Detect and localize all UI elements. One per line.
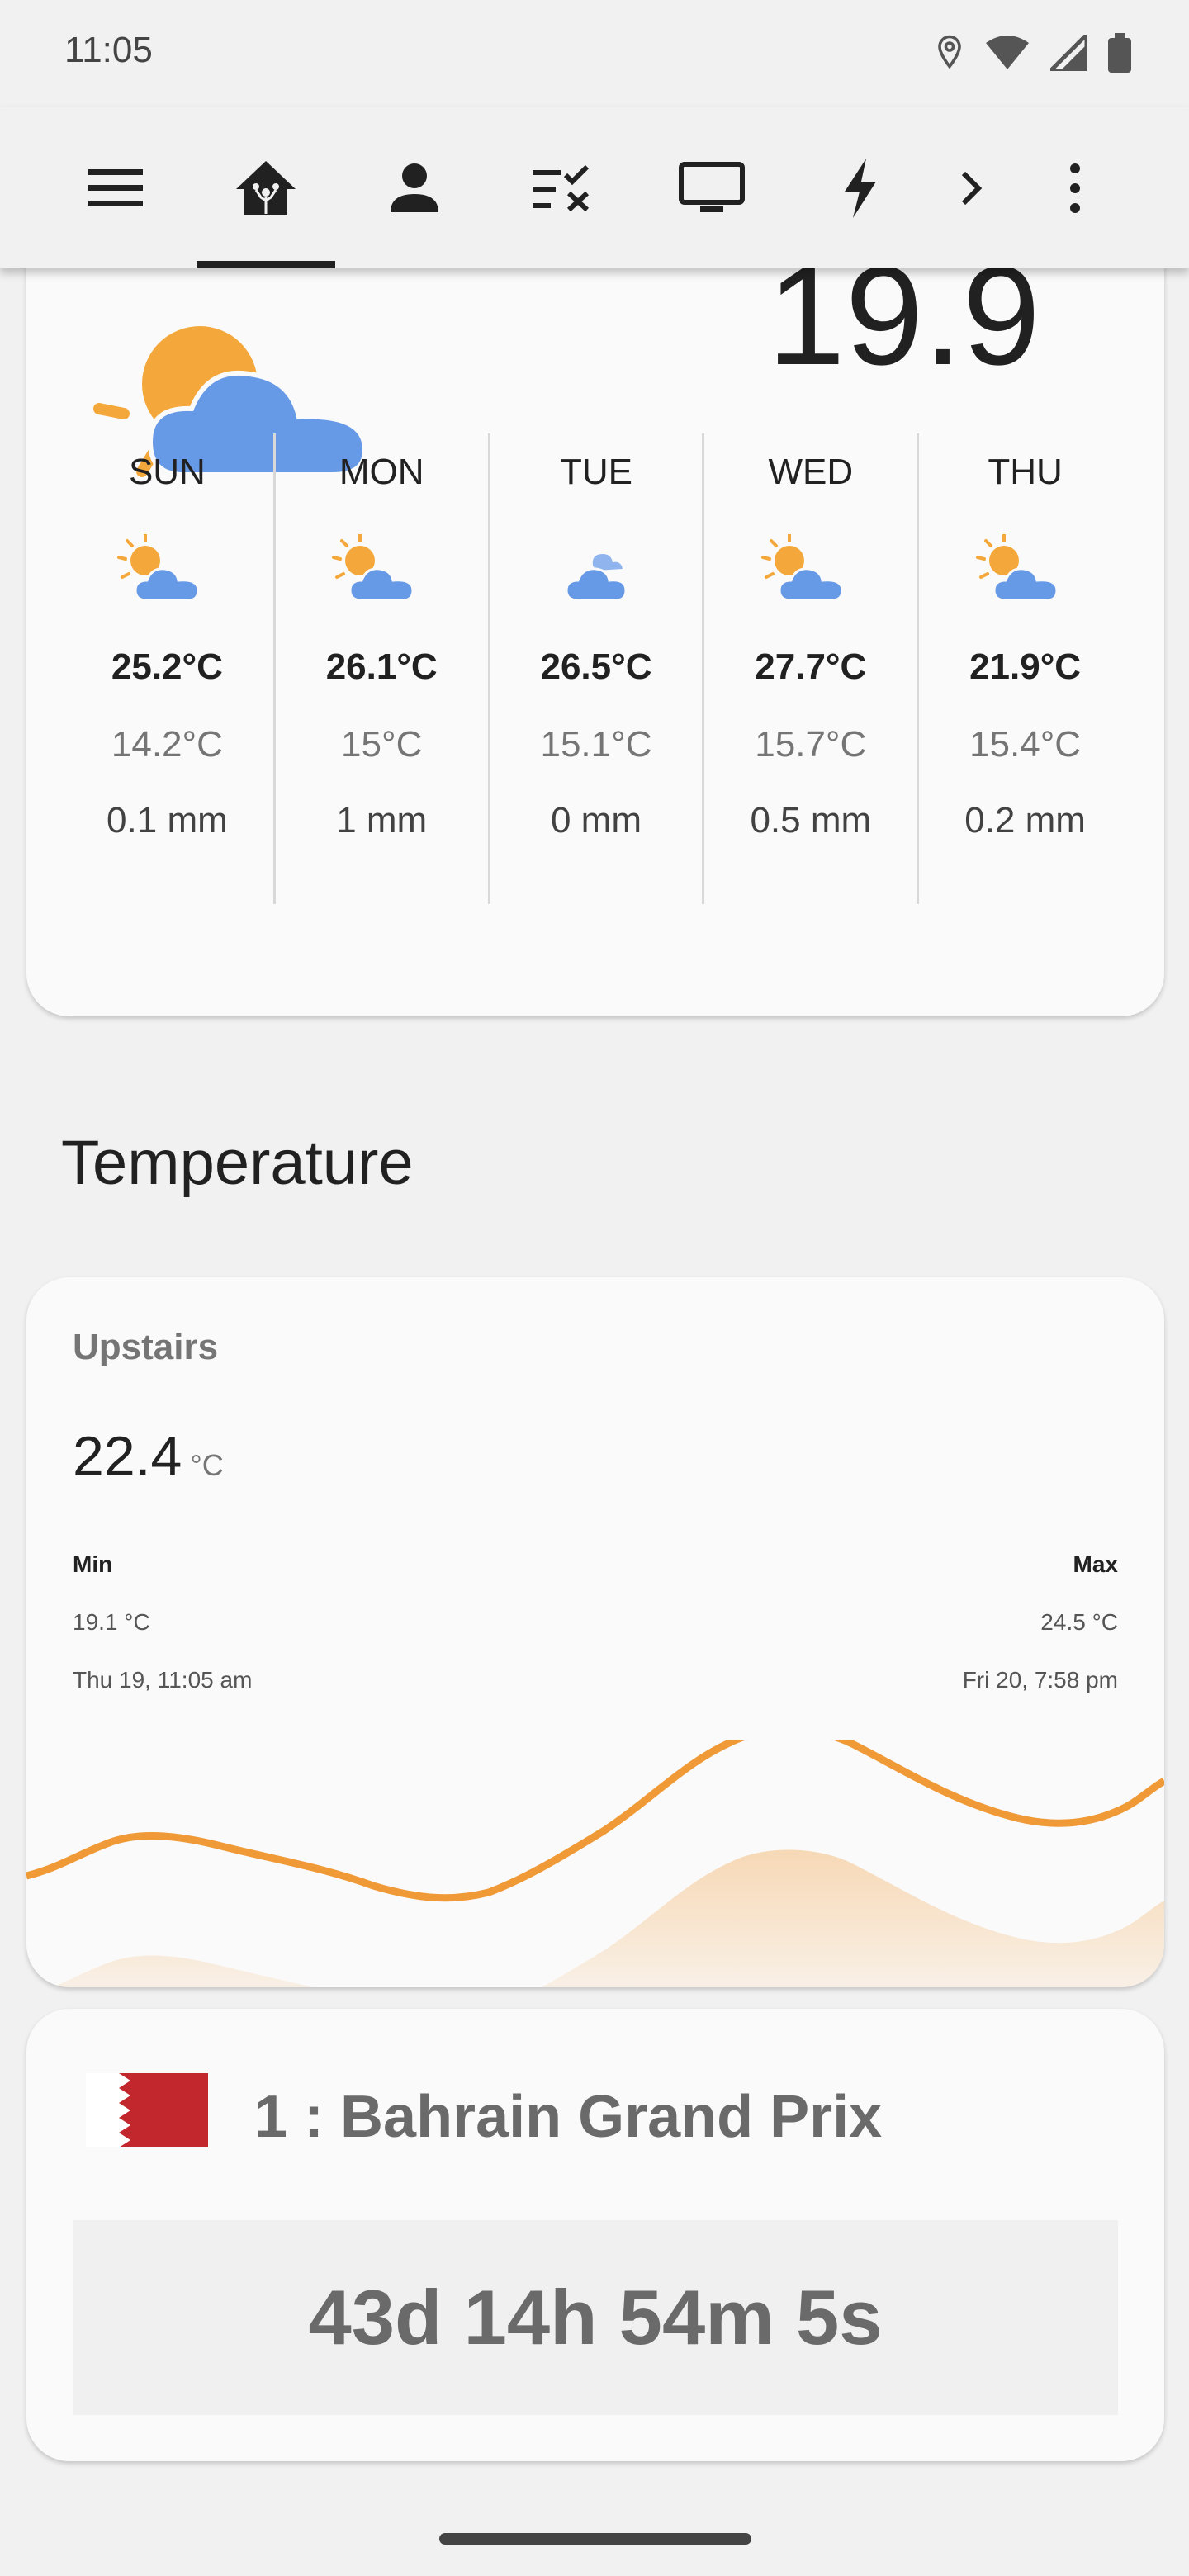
forecast-low: 15.1°C <box>540 724 652 765</box>
partly-cloudy-icon <box>704 534 917 608</box>
location-icon <box>938 35 961 69</box>
forecast-high: 26.5°C <box>540 646 652 687</box>
forecast-precipitation: 0.1 mm <box>107 800 228 841</box>
sensor-value: 22.4 <box>73 1425 182 1488</box>
partly-cloudy-icon <box>276 534 488 608</box>
temperature-sensor-card[interactable]: Upstairs 22.4 °C Min 19.1 °C Thu 19, 11:0… <box>26 1277 1164 1987</box>
forecast-high: 21.9°C <box>969 646 1082 687</box>
status-icons <box>935 33 1131 73</box>
forecast-precipitation: 1 mm <box>336 800 428 841</box>
forecast-precipitation: 0.5 mm <box>750 800 872 841</box>
f1-countdown-card[interactable]: 1 : Bahrain Grand Prix 43d 14h 54m 5s <box>26 2009 1164 2461</box>
checklist-icon[interactable] <box>522 147 604 230</box>
menu-icon[interactable] <box>74 147 157 230</box>
weather-forecast-card[interactable]: 19.9 SUN 25.2°C 14.2°C 0.1 mm MON 26.1°C… <box>26 268 1164 1016</box>
forecast-day: THU 21.9°C 15.4°C 0.2 mm <box>919 433 1131 904</box>
cloudy-icon <box>490 534 703 608</box>
forecast-day-name: WED <box>768 452 854 492</box>
sensor-value-row: 22.4 °C <box>73 1424 224 1489</box>
more-vert-icon[interactable] <box>1034 147 1116 230</box>
chevron-right-icon[interactable] <box>930 147 1012 230</box>
dashboard-content: 19.9 SUN 25.2°C 14.2°C 0.1 mm MON 26.1°C… <box>0 268 1189 2576</box>
forecast-day-name: THU <box>988 452 1063 492</box>
monitor-icon[interactable] <box>670 147 753 230</box>
partly-cloudy-icon <box>919 534 1131 608</box>
status-time: 11:05 <box>64 30 153 70</box>
max-time: Fri 20, 7:58 pm <box>962 1667 1118 1693</box>
top-navigation <box>0 107 1189 268</box>
sensor-name: Upstairs <box>73 1327 219 1367</box>
battery-icon <box>1108 33 1131 73</box>
forecast-day: SUN 25.2°C 14.2°C 0.1 mm <box>61 433 276 904</box>
forecast-day: WED 27.7°C 15.7°C 0.5 mm <box>704 433 920 904</box>
lightning-icon[interactable] <box>819 147 902 230</box>
person-icon[interactable] <box>373 147 456 230</box>
forecast-day-name: MON <box>339 452 424 492</box>
forecast-row: SUN 25.2°C 14.2°C 0.1 mm MON 26.1°C 15°C… <box>61 433 1131 904</box>
forecast-low: 15°C <box>341 724 423 765</box>
min-label: Min <box>73 1551 113 1577</box>
forecast-day-name: TUE <box>559 452 632 492</box>
status-bar: 11:05 <box>0 0 1189 107</box>
wifi-icon <box>986 36 1029 69</box>
forecast-high: 26.1°C <box>325 646 438 687</box>
forecast-day: MON 26.1°C 15°C 1 mm <box>276 433 490 904</box>
forecast-low: 15.7°C <box>755 724 867 765</box>
temperature-history-graph <box>26 1740 1164 1987</box>
forecast-high: 25.2°C <box>111 646 223 687</box>
forecast-precipitation: 0.2 mm <box>964 800 1086 841</box>
forecast-day-name: SUN <box>128 452 206 492</box>
signal-icon <box>1050 35 1087 71</box>
max-value: 24.5 °C <box>1040 1609 1118 1635</box>
countdown-timer: 43d 14h 54m 5s <box>73 2220 1118 2415</box>
forecast-low: 15.4°C <box>969 724 1082 765</box>
temperature-area <box>26 1849 1164 1987</box>
section-title: Temperature <box>61 1128 414 1198</box>
sensor-unit: °C <box>190 1448 224 1482</box>
forecast-day: TUE 26.5°C 15.1°C 0 mm <box>490 433 705 904</box>
max-label: Max <box>1073 1551 1118 1577</box>
forecast-low: 14.2°C <box>111 724 223 765</box>
bahrain-flag <box>86 2073 208 2147</box>
temperature-line <box>26 1740 1164 1902</box>
forecast-high: 27.7°C <box>755 646 867 687</box>
partly-cloudy-icon <box>61 534 273 608</box>
min-value: 19.1 °C <box>73 1609 150 1635</box>
home-assistant-icon[interactable] <box>225 147 307 230</box>
min-time: Thu 19, 11:05 am <box>73 1667 253 1693</box>
gesture-navigation-bar[interactable] <box>439 2533 751 2545</box>
forecast-precipitation: 0 mm <box>550 800 642 841</box>
race-title: 1 : Bahrain Grand Prix <box>254 2084 883 2150</box>
current-temperature: 19.9 <box>767 268 1040 395</box>
active-tab-indicator <box>197 261 335 268</box>
